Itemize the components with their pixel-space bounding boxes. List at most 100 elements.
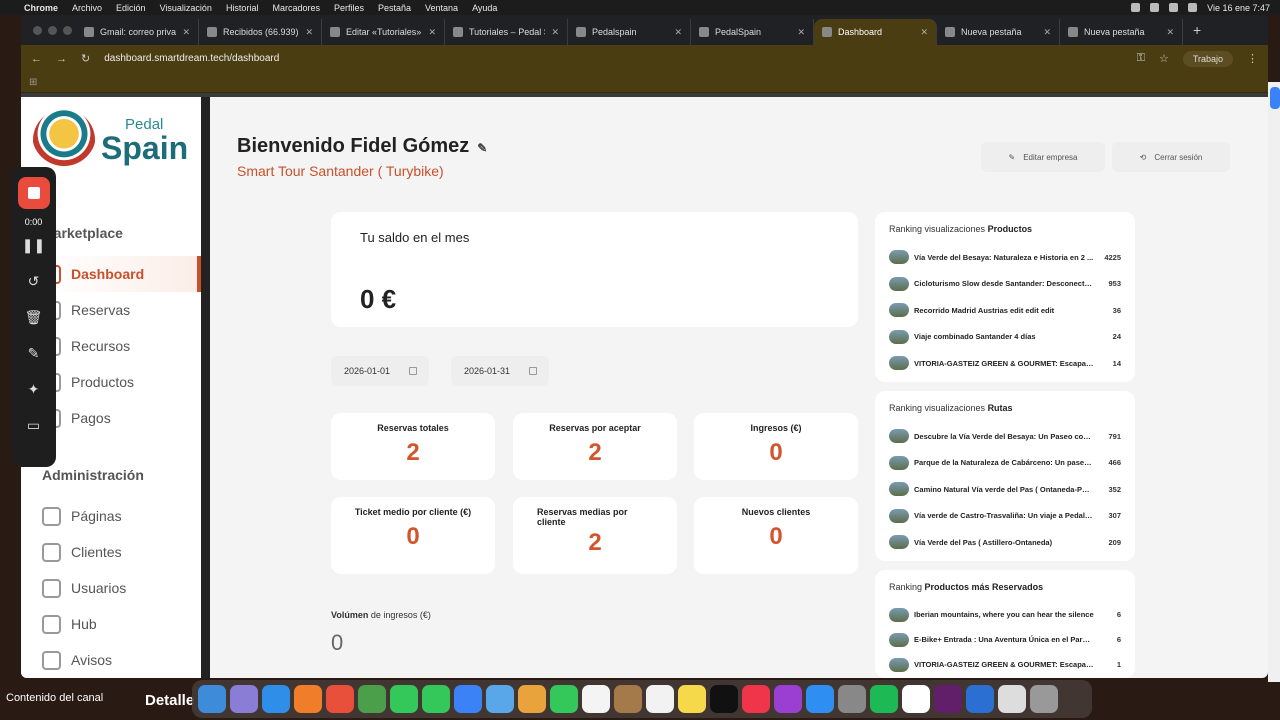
close-tab-icon[interactable]: ✕ <box>428 27 436 38</box>
status-icon[interactable] <box>1131 3 1141 12</box>
sidebar-item-paginas[interactable]: Páginas <box>42 498 201 534</box>
menubar-item-marcadores[interactable]: Marcadores <box>272 3 320 13</box>
podcasts-icon[interactable] <box>774 685 802 713</box>
sidebar-item-reservas[interactable]: Reservas <box>42 292 201 328</box>
ranking-row[interactable]: Iberian mountains, where you can hear th… <box>889 602 1121 627</box>
tab-editar-tutoriales[interactable]: Editar «Tutoriales» ‹ ✕ <box>322 19 445 45</box>
messages-icon[interactable] <box>422 685 450 713</box>
camera-icon[interactable]: ▭ <box>27 407 40 443</box>
close-tab-icon[interactable]: ✕ <box>1043 27 1051 38</box>
app-store-icon[interactable] <box>806 685 834 713</box>
sidebar-item-avisos[interactable]: Avisos <box>42 642 201 678</box>
ranking-row[interactable]: E-Bike+ Entrada : Una Aventura Única en … <box>889 627 1121 652</box>
calendar-app-icon[interactable] <box>582 685 610 713</box>
tv-icon[interactable] <box>710 685 738 713</box>
pen-icon[interactable]: ✎ <box>28 335 40 371</box>
restart-icon[interactable]: ↺ <box>28 263 40 299</box>
ranking-row[interactable]: Parque de la Naturaleza de Cabárceno: Un… <box>889 450 1121 477</box>
wifi-icon[interactable] <box>1150 3 1160 12</box>
firefox-icon[interactable] <box>294 685 322 713</box>
mail-icon[interactable] <box>454 685 482 713</box>
spotify-icon[interactable] <box>870 685 898 713</box>
contacts-icon[interactable] <box>614 685 642 713</box>
tab-pedalspain-2[interactable]: PedalSpain ✕ <box>691 19 814 45</box>
tab-nueva-2[interactable]: Nueva pestaña ✕ <box>1060 19 1183 45</box>
close-tab-icon[interactable]: ✕ <box>1166 27 1174 38</box>
close-tab-icon[interactable]: ✕ <box>551 27 559 38</box>
trash-dock-icon[interactable] <box>1030 685 1058 713</box>
reminders-icon[interactable] <box>646 685 674 713</box>
edit-company-button[interactable]: ✎ Editar empresa <box>981 142 1105 172</box>
close-tab-icon[interactable]: ✕ <box>920 27 928 38</box>
url-field[interactable]: dashboard.smartdream.tech/dashboard <box>104 53 1122 64</box>
menubar-app-name[interactable]: Chrome <box>24 3 58 13</box>
app-icon[interactable] <box>998 685 1026 713</box>
safari-icon[interactable] <box>262 685 290 713</box>
pause-icon[interactable]: ❚❚ <box>22 227 45 263</box>
tab-pedalspain-1[interactable]: Pedalspain ✕ <box>568 19 691 45</box>
ranking-row[interactable]: Vía Verde del Besaya: Naturaleza e Histo… <box>889 244 1121 271</box>
menubar-item-edicion[interactable]: Edición <box>116 3 146 13</box>
launchpad-icon[interactable] <box>230 685 258 713</box>
maximize-window-button[interactable] <box>63 26 72 35</box>
apps-grid-icon[interactable]: ⊞ <box>29 77 37 88</box>
ranking-row[interactable]: Viaje combinado Santander 4 días 24 <box>889 324 1121 351</box>
ranking-row[interactable]: Vía verde de Castro-Trasvaliña: Un viaje… <box>889 503 1121 530</box>
new-tab-icon[interactable]: + <box>1183 22 1211 38</box>
menubar-clock[interactable]: Vie 16 ene 7:47 <box>1207 3 1270 13</box>
tab-dashboard[interactable]: Dashboard ✕ <box>814 19 937 45</box>
notion-icon[interactable] <box>902 685 930 713</box>
music-icon[interactable] <box>742 685 770 713</box>
photos-icon[interactable] <box>518 685 546 713</box>
tab-nueva-1[interactable]: Nueva pestaña ✕ <box>937 19 1060 45</box>
sidebar-item-clientes[interactable]: Clientes <box>42 534 201 570</box>
globe-icon[interactable] <box>966 685 994 713</box>
ranking-row[interactable]: Camino Natural Vía verde del Pas ( Ontan… <box>889 476 1121 503</box>
menubar-item-perfiles[interactable]: Perfiles <box>334 3 364 13</box>
menubar-item-visualizacion[interactable]: Visualización <box>160 3 212 13</box>
menubar-item-archivo[interactable]: Archivo <box>72 3 102 13</box>
sidebar-item-recursos[interactable]: Recursos <box>42 328 201 364</box>
start-date-field[interactable]: 2026-01-01 <box>331 356 429 386</box>
close-tab-icon[interactable]: ✕ <box>182 27 190 38</box>
finder-icon[interactable] <box>198 685 226 713</box>
back-icon[interactable]: ← <box>31 53 42 65</box>
pedalspain-logo[interactable]: Pedal Spain <box>33 109 188 171</box>
end-date-field[interactable]: 2026-01-31 <box>451 356 549 386</box>
ranking-row[interactable]: Vía Verde del Pas ( Astillero-Ontaneda) 2… <box>889 529 1121 556</box>
sidebar-item-dashboard[interactable]: Dashboard <box>42 256 201 292</box>
tab-tutoriales[interactable]: Tutoriales – Pedal S ✕ <box>445 19 568 45</box>
profile-button[interactable]: Trabajo <box>1182 50 1233 67</box>
menubar-item-pestana[interactable]: Pestaña <box>378 3 411 13</box>
app-icon[interactable] <box>326 685 354 713</box>
close-tab-icon[interactable]: ✕ <box>674 27 682 38</box>
app-icon[interactable] <box>486 685 514 713</box>
close-window-button[interactable] <box>33 26 42 35</box>
logout-button[interactable]: ⟲ Cerrar sesión <box>1112 142 1230 172</box>
close-tab-icon[interactable]: ✕ <box>305 27 313 38</box>
menubar-item-ventana[interactable]: Ventana <box>425 3 458 13</box>
control-center-icon[interactable] <box>1188 3 1198 12</box>
bookmark-star-icon[interactable]: ☆ <box>1159 52 1169 65</box>
chrome-icon[interactable] <box>358 685 386 713</box>
stop-recording-button[interactable] <box>17 177 50 209</box>
numbers-icon[interactable] <box>390 685 418 713</box>
trash-icon[interactable]: 🗑 <box>25 299 43 335</box>
sidebar-item-usuarios[interactable]: Usuarios <box>42 570 201 606</box>
sidebar-item-pagos[interactable]: Pagos <box>42 400 201 436</box>
menubar-item-historial[interactable]: Historial <box>226 3 259 13</box>
sidebar-resize-handle[interactable] <box>201 97 210 678</box>
ranking-row[interactable]: VITORIA-GASTEIZ GREEN & GOURMET: Escapad… <box>889 652 1121 677</box>
ranking-row[interactable]: Recorrido Madrid Austrias edit edit edit… <box>889 297 1121 324</box>
search-icon[interactable] <box>1169 3 1179 12</box>
key-icon[interactable]: ⚿ <box>1137 52 1145 65</box>
reload-icon[interactable]: ↻ <box>81 52 90 65</box>
minimize-window-button[interactable] <box>48 26 57 35</box>
close-tab-icon[interactable]: ✕ <box>797 27 805 38</box>
ranking-row[interactable]: VITORIA-GASTEIZ GREEN & GOURMET: Escapad… <box>889 350 1121 377</box>
menubar-item-ayuda[interactable]: Ayuda <box>472 3 497 13</box>
sidebar-item-hub[interactable]: Hub <box>42 606 201 642</box>
slack-icon[interactable] <box>934 685 962 713</box>
ranking-row[interactable]: Cicloturismo Slow desde Santander: Desco… <box>889 271 1121 298</box>
settings-icon[interactable] <box>838 685 866 713</box>
